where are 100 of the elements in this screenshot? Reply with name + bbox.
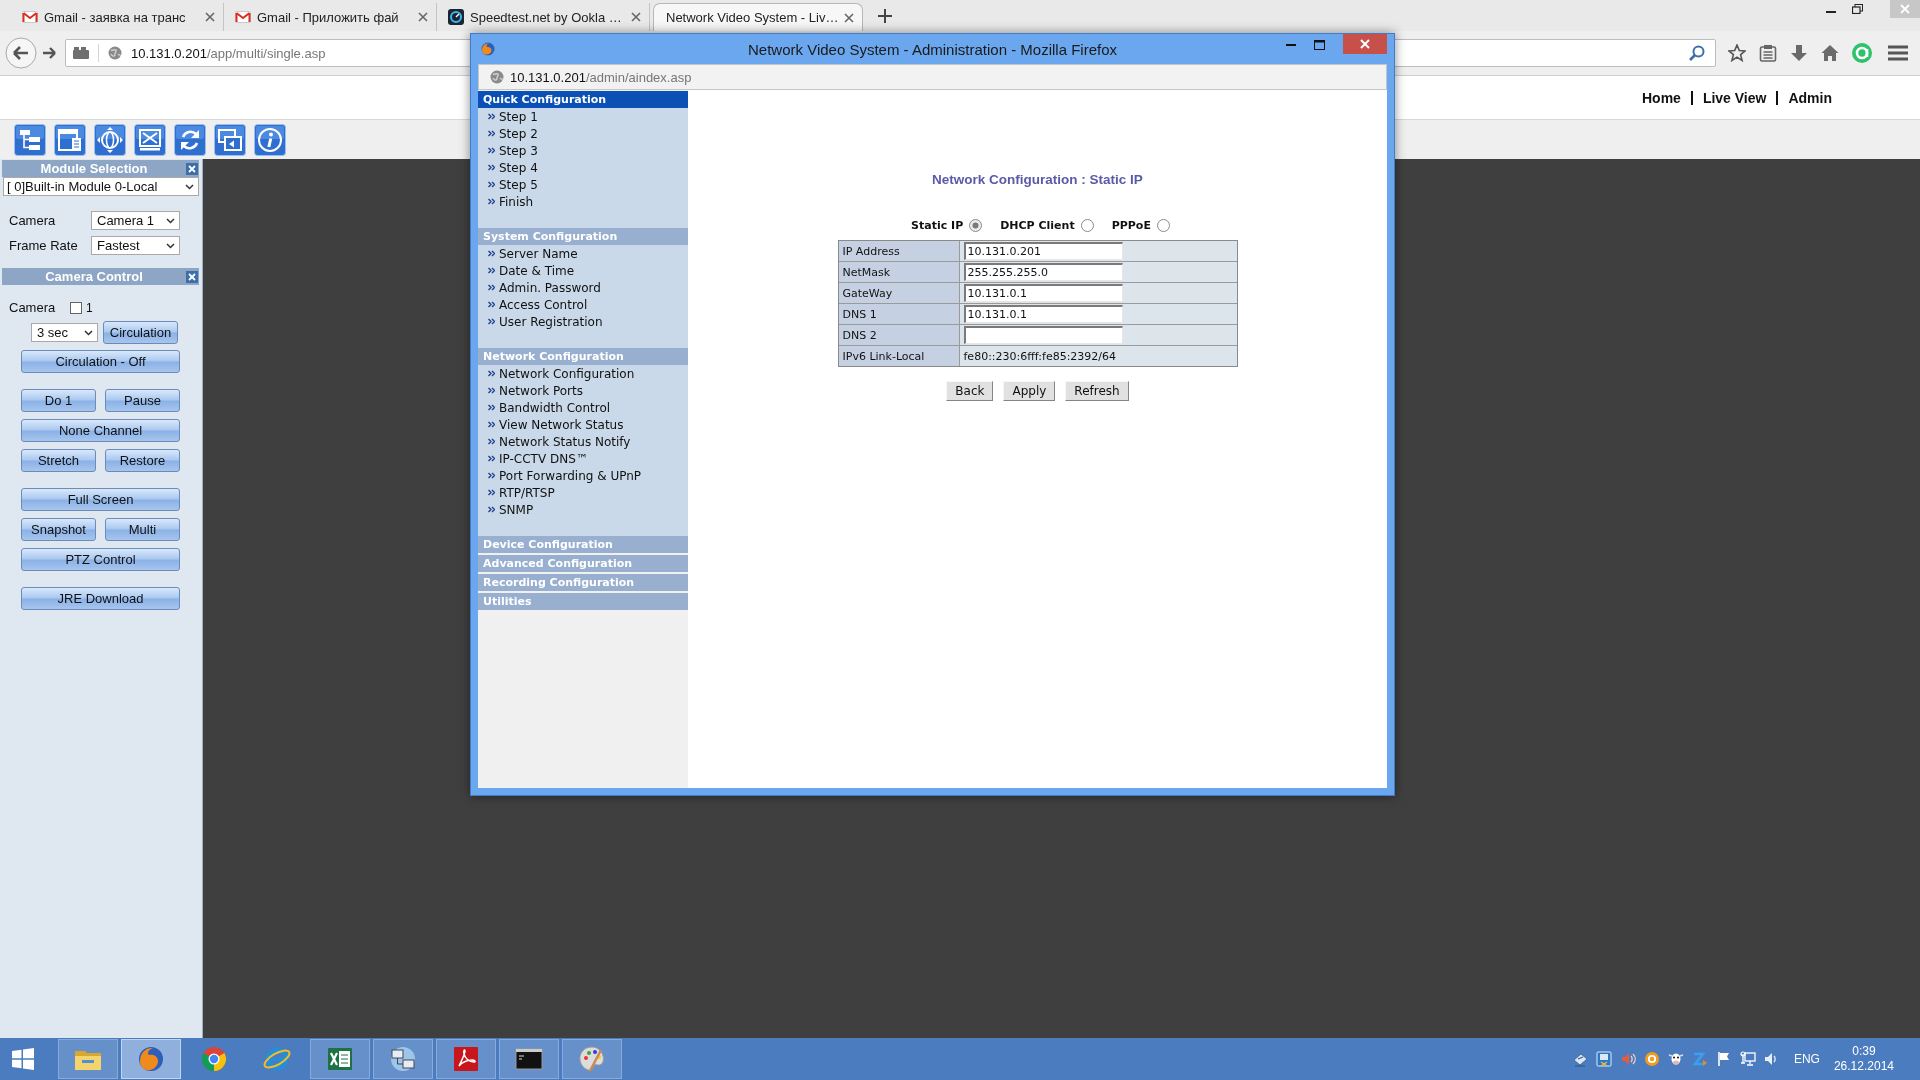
nav-link[interactable]: Home — [1641, 89, 1681, 106]
menu-item[interactable]: View Network Status — [478, 416, 688, 433]
input-field[interactable]: 10.131.0.1 — [963, 305, 1123, 323]
globe-arrows-icon[interactable] — [94, 123, 126, 156]
control-button[interactable]: Snapshot — [21, 518, 96, 541]
form-button[interactable]: Refresh — [1065, 381, 1129, 401]
input-field[interactable]: 10.131.0.1 — [963, 284, 1123, 302]
taskbar-app-button[interactable] — [310, 1039, 370, 1079]
close-icon[interactable] — [186, 270, 198, 283]
input-field[interactable]: 10.131.0.201 — [963, 242, 1123, 260]
crossed-frame-icon[interactable] — [134, 123, 166, 156]
close-icon[interactable] — [631, 12, 641, 22]
close-icon[interactable] — [205, 12, 215, 22]
menu-item[interactable]: RTP/RTSP — [478, 484, 688, 501]
control-button[interactable]: Circulation - Off — [21, 350, 180, 373]
control-button[interactable]: Do 1 — [21, 389, 96, 412]
setting-dropdown[interactable]: Camera 1 — [91, 211, 180, 230]
tab[interactable]: Network Video System - Liv… — [653, 3, 863, 31]
info-icon[interactable] — [254, 123, 286, 156]
menu-item[interactable]: SNMP — [478, 501, 688, 518]
close-icon[interactable] — [1343, 34, 1387, 54]
refresh-icon[interactable] — [174, 123, 206, 156]
control-button[interactable]: Pause — [105, 389, 180, 412]
restore-icon[interactable] — [1852, 4, 1863, 14]
forward-icon[interactable] — [43, 47, 57, 59]
taskbar-app-button[interactable] — [499, 1039, 559, 1079]
panel-icon[interactable] — [73, 47, 89, 59]
star-icon[interactable] — [1728, 44, 1746, 62]
tree-list-icon[interactable] — [14, 123, 46, 156]
interval-dropdown[interactable]: 3 sec — [31, 323, 98, 342]
menu-item[interactable]: Access Control — [478, 296, 688, 313]
control-button[interactable]: Multi — [105, 518, 180, 541]
menu-item[interactable]: User Registration — [478, 313, 688, 330]
window-list-icon[interactable] — [54, 123, 86, 156]
menu-item[interactable]: Network Status Notify — [478, 433, 688, 450]
control-button[interactable]: Stretch — [21, 449, 96, 472]
circulation-button[interactable]: Circulation — [103, 321, 178, 344]
menu-item[interactable]: Step 4 — [478, 159, 688, 176]
menu-item[interactable]: Finish — [478, 193, 688, 210]
value-cell: fe80::230:6fff:fe85:2392/64 — [959, 346, 1237, 366]
speaker-icon[interactable] — [1619, 1051, 1636, 1067]
globe-icon — [108, 46, 122, 60]
input-field[interactable] — [963, 326, 1123, 344]
clipboard-icon[interactable] — [1759, 44, 1777, 62]
control-button[interactable]: PTZ Control — [21, 548, 180, 571]
checkbox[interactable] — [70, 301, 82, 314]
dish-icon[interactable] — [1571, 1051, 1588, 1067]
close-icon[interactable] — [186, 162, 198, 175]
window-tile-icon[interactable] — [1595, 1051, 1612, 1067]
form-button[interactable]: Apply — [1003, 381, 1056, 401]
four-panes-icon[interactable] — [11, 1047, 35, 1071]
home-icon[interactable] — [1821, 44, 1839, 62]
radio-button[interactable] — [1156, 218, 1170, 232]
clock-date[interactable]: 26.12.2014 — [1833, 1059, 1894, 1074]
menu-item[interactable]: Step 1 — [478, 108, 688, 125]
field-label: Camera — [9, 300, 57, 315]
clock-time[interactable]: 0:39 — [1852, 1044, 1876, 1059]
back-icon[interactable] — [5, 37, 37, 69]
download-icon[interactable] — [1790, 44, 1808, 62]
menu-item[interactable]: Date & Time — [478, 262, 688, 279]
control-button[interactable]: None Channel — [21, 419, 180, 442]
nav-link[interactable]: Live View — [1702, 89, 1767, 106]
plus-icon[interactable] — [878, 9, 892, 23]
input-field[interactable]: 255.255.255.0 — [963, 263, 1123, 281]
menu-item[interactable]: Step 2 — [478, 125, 688, 142]
windows-icon[interactable] — [214, 123, 246, 156]
language-indicator[interactable]: ENG — [1793, 1052, 1820, 1066]
label-cell: DNS 2 — [838, 325, 960, 345]
cow-head-icon[interactable] — [1667, 1051, 1684, 1067]
close-icon[interactable] — [844, 12, 855, 23]
menu-icon[interactable] — [1888, 45, 1908, 61]
double-chevron-icon — [488, 113, 495, 120]
module-dropdown[interactable]: [ 0]Built-in Module 0-Local — [3, 177, 199, 196]
radio-button[interactable] — [969, 218, 983, 232]
address-field[interactable]: 10.131.0.201/admin/aindex.asp — [478, 64, 1387, 90]
control-button[interactable]: Full Screen — [21, 488, 180, 511]
menu-item[interactable]: Port Forwarding & UPnP — [478, 467, 688, 484]
menu-item[interactable]: Server Name — [478, 245, 688, 262]
double-chevron-icon — [488, 250, 495, 257]
menu-item[interactable]: Admin. Password — [478, 279, 688, 296]
form-button[interactable]: Back — [946, 381, 994, 401]
control-button[interactable]: Restore — [105, 449, 180, 472]
menu-item[interactable]: Step 3 — [478, 142, 688, 159]
menu-item[interactable]: IP-CCTV DNS™ — [478, 450, 688, 467]
menu-item[interactable]: Bandwidth Control — [478, 399, 688, 416]
close-icon[interactable] — [418, 12, 428, 22]
menu-item[interactable]: Step 5 — [478, 176, 688, 193]
nav-link[interactable]: Admin — [1788, 89, 1832, 106]
menu-item[interactable]: Network Ports — [478, 382, 688, 399]
flag-icon[interactable] — [1715, 1051, 1732, 1067]
control-button[interactable]: JRE Download — [21, 587, 180, 610]
menu-heading[interactable]: Quick Configuration — [478, 91, 688, 108]
double-chevron-icon — [488, 318, 495, 325]
radio-button[interactable] — [1080, 218, 1094, 232]
monitor-icon[interactable] — [1739, 1051, 1756, 1067]
ring-icon[interactable] — [1643, 1051, 1660, 1067]
setting-dropdown[interactable]: Fastest — [91, 236, 180, 255]
search-icon[interactable] — [1689, 45, 1705, 61]
maximize-icon[interactable] — [1314, 40, 1325, 50]
menu-item[interactable]: Network Configuration — [478, 365, 688, 382]
